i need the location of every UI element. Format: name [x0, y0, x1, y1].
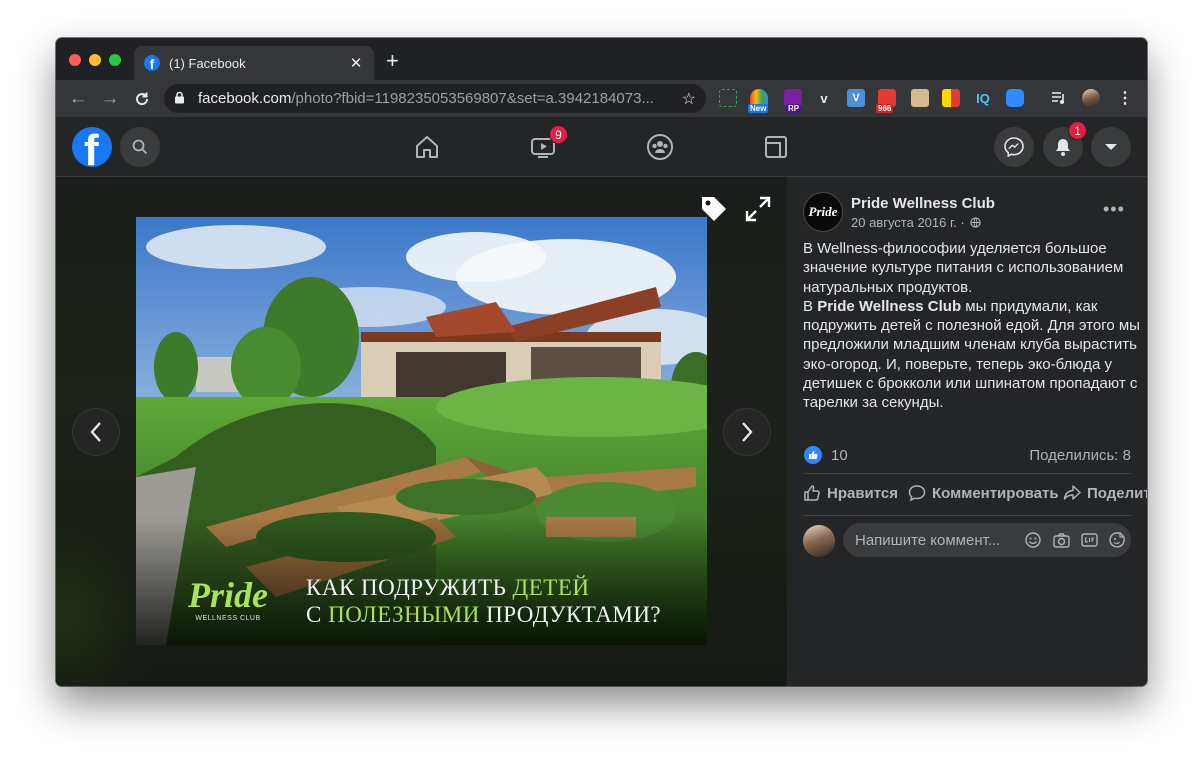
facebook-favicon-icon: f — [144, 55, 160, 71]
gaming-icon[interactable] — [758, 129, 794, 165]
comment-button[interactable]: Комментировать — [908, 484, 1059, 502]
v-ext-icon[interactable]: v — [815, 89, 833, 107]
like-reaction-icon[interactable] — [804, 446, 822, 464]
tab-facebook[interactable]: f (1) Facebook ✕ — [134, 46, 374, 80]
comment-input[interactable]: Напишите коммент... — [843, 523, 1131, 557]
address-bar[interactable]: facebook.com /photo?fbid=119823505356980… — [164, 84, 706, 113]
post-actions: Нравится Комментировать Поделиться — [803, 484, 1147, 508]
url-path: /photo?fbid=1198235053569807&set=a.39421… — [291, 90, 654, 107]
more-options-icon[interactable]: ••• — [1103, 199, 1125, 220]
check-ext-icon[interactable]: V — [847, 89, 865, 107]
watch-badge: 9 — [549, 125, 568, 144]
emoji-icon[interactable] — [1019, 532, 1047, 548]
back-arrow-icon[interactable]: ← — [66, 87, 90, 111]
rp-ext-icon[interactable]: RP — [784, 89, 802, 113]
current-user-avatar[interactable] — [803, 525, 835, 557]
comment-placeholder: Напишите коммент... — [855, 531, 1001, 549]
url-host: facebook.com — [198, 90, 292, 107]
lock-icon — [174, 91, 188, 107]
page-name-link[interactable]: Pride Wellness Club — [851, 195, 995, 212]
search-icon[interactable] — [120, 127, 160, 167]
photo-viewer: Pride WELLNESS CLUB КАК ПОДРУЖИТЬ ДЕТЕЙ … — [56, 177, 787, 686]
tab-strip: f (1) Facebook ✕ + — [56, 38, 1147, 80]
share-button[interactable]: Поделиться — [1063, 484, 1147, 502]
globe-icon — [970, 216, 982, 231]
sticker-icon[interactable] — [1103, 532, 1131, 548]
home-icon[interactable] — [409, 129, 445, 165]
post-date[interactable]: 20 августа 2016 г. · — [851, 215, 982, 231]
browser-toolbar: ← → facebook.com /photo?fbid=11982350535… — [56, 80, 1147, 117]
photo-caption: КАК ПОДРУЖИТЬ ДЕТЕЙ С ПОЛЕЗНЫМИ ПРОДУКТА… — [306, 575, 662, 627]
groups-icon[interactable] — [642, 129, 678, 165]
zoom-ext-icon[interactable] — [1006, 89, 1024, 107]
tab-close-icon[interactable]: ✕ — [348, 54, 364, 72]
divider — [803, 473, 1131, 474]
tag-photo-icon[interactable] — [698, 193, 730, 230]
profile-avatar[interactable] — [1082, 89, 1100, 107]
page-avatar[interactable]: Pride — [803, 192, 843, 232]
likes-count[interactable]: 10 — [831, 447, 848, 464]
mail-ext-icon[interactable]: 966 — [876, 89, 896, 113]
iq-ext-icon[interactable]: IQ — [974, 89, 992, 107]
minimize-window-button[interactable] — [89, 54, 101, 66]
screenshot-ext-icon[interactable] — [719, 89, 737, 107]
facebook-logo-icon[interactable]: f — [72, 127, 112, 167]
fullscreen-icon[interactable] — [744, 195, 772, 228]
maximize-window-button[interactable] — [109, 54, 121, 66]
reactions-summary: 10 Поделились: 8 — [803, 445, 1131, 465]
gif-icon[interactable] — [1075, 533, 1103, 547]
bookmark-star-icon[interactable]: ☆ — [682, 89, 696, 109]
facebook-header: f 9 1 — [56, 117, 1147, 177]
like-button[interactable]: Нравится — [803, 484, 898, 502]
media-control-icon[interactable] — [1050, 89, 1068, 107]
tab-title: (1) Facebook — [169, 55, 246, 71]
new-tab-button[interactable]: + — [386, 50, 399, 72]
notifications-badge: 1 — [1068, 121, 1087, 140]
pride-logo: Pride WELLNESS CLUB — [188, 575, 268, 622]
robot-ext-icon[interactable] — [911, 89, 929, 107]
post-photo[interactable]: Pride WELLNESS CLUB КАК ПОДРУЖИТЬ ДЕТЕЙ … — [136, 217, 707, 645]
reload-icon[interactable] — [130, 87, 154, 111]
next-photo-button[interactable] — [723, 408, 771, 456]
post-details-pane: Pride Pride Wellness Club 20 августа 201… — [787, 177, 1147, 686]
browser-window: f (1) Facebook ✕ + ← → facebook.com /pho… — [56, 38, 1147, 686]
forward-arrow-icon[interactable]: → — [98, 87, 122, 111]
browser-menu-icon[interactable]: ⋮ — [1116, 89, 1134, 107]
divider — [803, 515, 1131, 516]
bookmark-ext-icon[interactable] — [942, 89, 960, 107]
account-dropdown-icon[interactable] — [1091, 127, 1131, 167]
shares-count[interactable]: Поделились: 8 — [1029, 447, 1131, 464]
messenger-icon[interactable] — [994, 127, 1034, 167]
previous-photo-button[interactable] — [72, 408, 120, 456]
post-text: В Wellness-философии уделяется большое з… — [803, 240, 1140, 412]
rainbow-ext-icon[interactable]: New — [748, 89, 769, 113]
close-window-button[interactable] — [69, 54, 81, 66]
camera-icon[interactable] — [1047, 532, 1075, 548]
